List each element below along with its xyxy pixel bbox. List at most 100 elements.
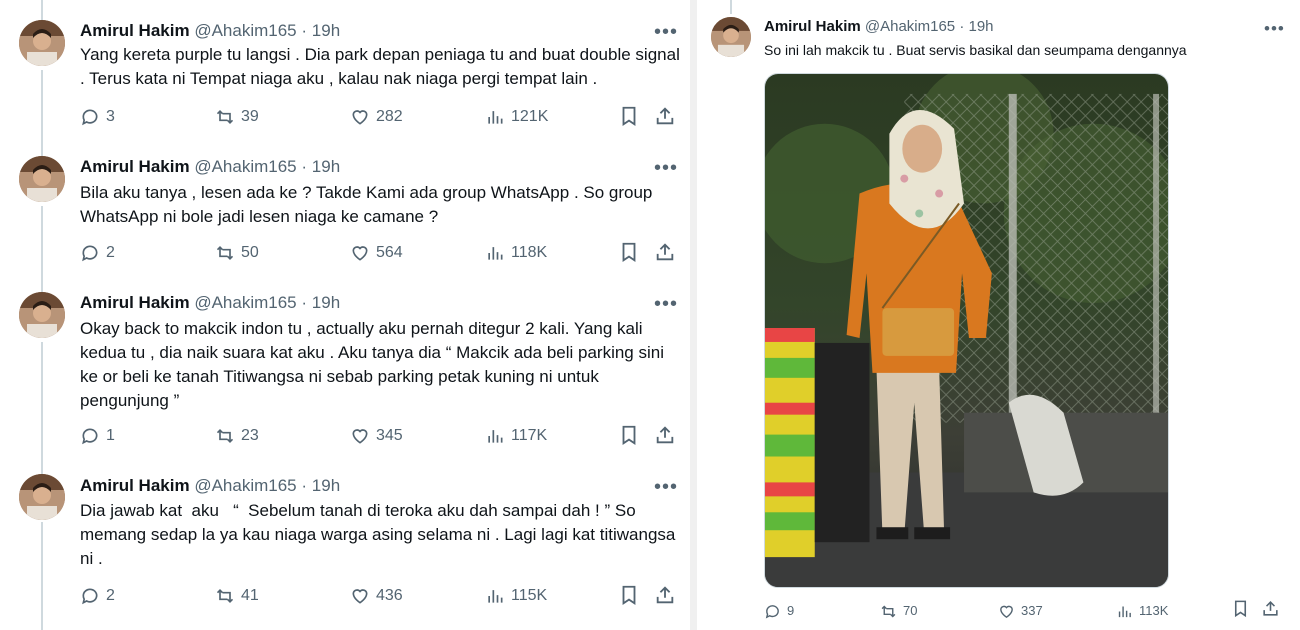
bookmark-icon[interactable]: [618, 105, 640, 127]
tweet-text: So ini lah makcik tu . Buat servis basik…: [764, 42, 1187, 58]
bookmark-icon[interactable]: [618, 424, 640, 446]
reply-icon: [764, 603, 781, 620]
like-icon: [350, 586, 370, 606]
avatar[interactable]: [19, 156, 65, 202]
reply-count: 9: [787, 603, 795, 618]
retweet-icon: [880, 603, 897, 620]
author-name[interactable]: Amirul Hakim: [764, 18, 861, 35]
views-button[interactable]: 113K: [1116, 599, 1168, 623]
author-name[interactable]: Amirul Hakim: [80, 293, 190, 312]
tweet-text: Bila aku tanya , lesen ada ke ? Takde Ka…: [80, 183, 653, 226]
timestamp[interactable]: 19h: [312, 476, 340, 495]
reply-icon: [80, 107, 100, 127]
timestamp[interactable]: 19h: [312, 21, 340, 40]
retweet-icon: [215, 243, 235, 263]
reply-button[interactable]: 1: [80, 424, 115, 448]
retweet-icon: [215, 107, 235, 127]
share-icon[interactable]: [1261, 599, 1280, 618]
tweet[interactable]: Amirul Hakim @Ahakim165 · 19h ••• Dia ja…: [0, 458, 690, 630]
retweet-count: 70: [903, 603, 918, 618]
more-icon[interactable]: •••: [654, 294, 678, 314]
views-icon: [485, 107, 505, 127]
author-handle[interactable]: @Ahakim165: [194, 21, 296, 40]
tweet[interactable]: Amirul Hakim @Ahakim165 · 19h ••• Okay b…: [0, 276, 690, 458]
views-count: 117K: [511, 427, 548, 444]
like-count: 282: [376, 108, 403, 125]
like-button[interactable]: 337: [998, 599, 1043, 623]
views-button[interactable]: 115K: [485, 584, 547, 608]
tweet[interactable]: Amirul Hakim @Ahakim165 · 19h ••• Bila a…: [0, 140, 690, 276]
retweet-count: 39: [241, 108, 259, 125]
author-name[interactable]: Amirul Hakim: [80, 21, 190, 40]
like-button[interactable]: 282: [350, 105, 403, 129]
avatar[interactable]: [19, 292, 65, 338]
reply-button[interactable]: 3: [80, 105, 115, 129]
views-button[interactable]: 117K: [485, 424, 547, 448]
retweet-button[interactable]: 41: [215, 584, 259, 608]
more-icon[interactable]: •••: [654, 477, 678, 497]
like-count: 564: [376, 244, 403, 261]
tweet-text: Okay back to makcik indon tu , actually …: [80, 319, 664, 410]
tweet-actions: 3 39 282 121K: [80, 105, 680, 129]
more-icon[interactable]: •••: [1264, 20, 1285, 37]
more-icon[interactable]: •••: [654, 22, 678, 42]
avatar[interactable]: [19, 20, 65, 66]
reply-icon: [80, 243, 100, 263]
author-name[interactable]: Amirul Hakim: [80, 157, 190, 176]
bookmark-icon[interactable]: [618, 241, 640, 263]
reply-icon: [80, 426, 100, 446]
views-icon: [485, 243, 505, 263]
author-handle[interactable]: @Ahakim165: [194, 293, 296, 312]
tweet-text: Yang kereta purple tu langsi . Dia park …: [80, 45, 680, 88]
like-button[interactable]: 436: [350, 584, 403, 608]
share-icon[interactable]: [654, 105, 676, 127]
retweet-button[interactable]: 23: [215, 424, 259, 448]
separator-dot: ·: [301, 293, 308, 312]
views-icon: [485, 426, 505, 446]
share-icon[interactable]: [654, 241, 676, 263]
retweet-button[interactable]: 70: [880, 599, 917, 623]
tweet-photo[interactable]: [764, 73, 1169, 588]
timestamp[interactable]: 19h: [312, 293, 340, 312]
views-button[interactable]: 118K: [485, 241, 547, 265]
like-icon: [998, 603, 1015, 620]
avatar[interactable]: [19, 474, 65, 520]
bookmark-icon[interactable]: [1231, 599, 1250, 618]
views-count: 118K: [511, 244, 548, 261]
author-handle[interactable]: @Ahakim165: [194, 476, 296, 495]
reply-button[interactable]: 2: [80, 584, 115, 608]
tweet[interactable]: Amirul Hakim @Ahakim165 · 19h ••• Yang k…: [0, 0, 690, 140]
separator-dot: ·: [301, 21, 308, 40]
reply-count: 2: [106, 587, 115, 604]
tweet-text: Dia jawab kat aku “ Sebelum tanah di ter…: [80, 501, 681, 568]
views-count: 113K: [1139, 603, 1169, 618]
reply-count: 1: [106, 427, 115, 444]
retweet-count: 41: [241, 587, 259, 604]
share-icon[interactable]: [654, 424, 676, 446]
author-handle[interactable]: @Ahakim165: [865, 18, 955, 35]
reply-count: 2: [106, 244, 115, 261]
author-handle[interactable]: @Ahakim165: [194, 157, 296, 176]
like-button[interactable]: 345: [350, 424, 403, 448]
more-icon[interactable]: •••: [654, 158, 678, 178]
author-name[interactable]: Amirul Hakim: [80, 476, 190, 495]
retweet-button[interactable]: 50: [215, 241, 259, 265]
timestamp[interactable]: 19h: [312, 157, 340, 176]
like-count: 337: [1021, 603, 1043, 618]
tweet-actions: 2 50 564 118K: [80, 241, 680, 265]
retweet-button[interactable]: 39: [215, 105, 259, 129]
views-icon: [485, 586, 505, 606]
share-icon[interactable]: [654, 584, 676, 606]
views-button[interactable]: 121K: [485, 105, 548, 129]
reply-button[interactable]: 9: [764, 599, 794, 623]
avatar[interactable]: [711, 17, 751, 57]
separator-dot: ·: [959, 18, 965, 35]
separator-dot: ·: [301, 157, 308, 176]
reply-count: 3: [106, 108, 115, 125]
bookmark-icon[interactable]: [618, 584, 640, 606]
timestamp[interactable]: 19h: [969, 18, 994, 35]
reply-button[interactable]: 2: [80, 241, 115, 265]
views-count: 121K: [511, 108, 549, 125]
like-button[interactable]: 564: [350, 241, 403, 265]
like-count: 345: [376, 427, 403, 444]
